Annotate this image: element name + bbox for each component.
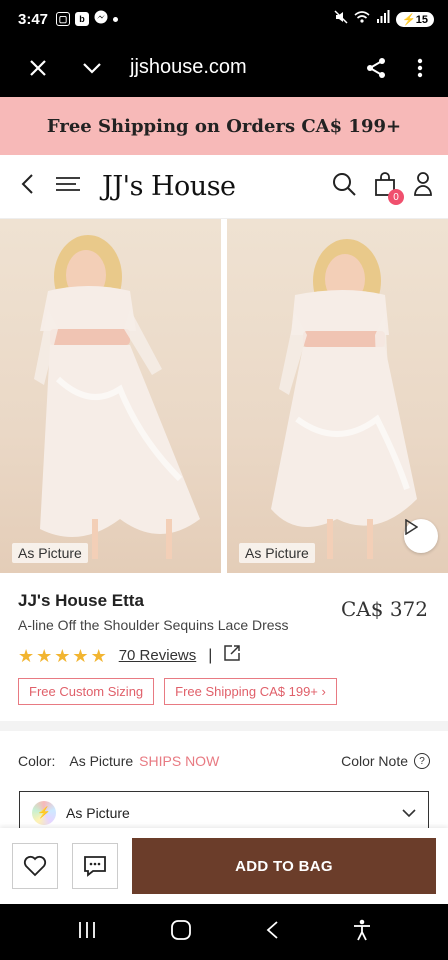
product-info: JJ's House Etta A-line Off the Shoulder …	[0, 573, 448, 705]
screenshot-icon: ▢	[56, 12, 71, 26]
status-bar: 3:47 ▢ b ⚡15	[0, 0, 448, 38]
color-note-link[interactable]: Color Note ?	[341, 753, 430, 769]
color-label: Color:	[18, 753, 56, 769]
browser-toolbar: jjshouse.com	[0, 38, 448, 97]
account-icon[interactable]	[414, 172, 432, 201]
add-to-bag-button[interactable]: ADD TO BAG	[132, 838, 436, 894]
chevron-right-icon: ›	[321, 684, 326, 699]
help-icon: ?	[414, 753, 430, 769]
menu-icon[interactable]	[56, 176, 80, 197]
status-time: 3:47	[18, 10, 49, 28]
photo-color-label: As Picture	[12, 543, 88, 563]
mute-icon	[334, 10, 348, 28]
more-vert-icon[interactable]	[408, 56, 432, 80]
color-value: As Picture	[69, 753, 134, 769]
url-text[interactable]: jjshouse.com	[130, 56, 364, 79]
heart-icon	[23, 855, 47, 877]
home-icon[interactable]	[170, 919, 192, 946]
bag-icon[interactable]: 0	[374, 172, 404, 205]
chevron-down-icon	[402, 805, 416, 821]
bag-count-badge: 0	[388, 189, 404, 205]
promo-tags: Free Custom Sizing Free Shipping CA$ 199…	[18, 678, 430, 705]
battery-icon: ⚡15	[396, 11, 434, 27]
color-swatch-icon: ⚡	[32, 800, 56, 825]
rating-row: ★ ★ ★ ★ ★ 70 Reviews |	[18, 645, 430, 666]
promo-banner[interactable]: Free Shipping on Orders CA$ 199+	[0, 97, 448, 155]
play-icon	[405, 519, 418, 535]
reviews-link[interactable]: 70 Reviews	[119, 647, 197, 664]
wifi-icon	[354, 10, 370, 28]
battery-level: 15	[415, 13, 428, 26]
star-icon: ★	[90, 645, 107, 666]
section-divider	[0, 721, 448, 731]
photo-color-label: As Picture	[239, 543, 315, 563]
star-icon: ★	[54, 645, 71, 666]
color-row: Color: As Picture SHIPS NOW Color Note ?	[0, 731, 448, 791]
share-icon[interactable]	[364, 56, 388, 80]
site-header: JJ's House 0	[0, 155, 448, 219]
back-icon[interactable]	[265, 920, 279, 945]
divider: |	[208, 646, 213, 664]
star-icon: ★	[18, 645, 35, 666]
color-note-label: Color Note	[341, 753, 408, 769]
search-icon[interactable]	[332, 172, 356, 201]
tag-free-shipping-label: Free Shipping CA$ 199+	[175, 684, 318, 699]
product-gallery[interactable]: As Picture As Picture	[0, 219, 448, 573]
site-logo[interactable]: JJ's House	[102, 171, 236, 202]
product-price: CA$ 372	[340, 597, 428, 621]
wishlist-button[interactable]	[12, 843, 58, 889]
chat-icon	[84, 856, 106, 877]
star-icon: ★	[72, 645, 89, 666]
system-nav-bar	[0, 904, 448, 960]
tag-custom-sizing[interactable]: Free Custom Sizing	[18, 678, 155, 705]
star-icon: ★	[36, 645, 53, 666]
chat-button[interactable]	[72, 843, 118, 889]
messenger-icon	[94, 10, 108, 28]
back-arrow-icon[interactable]	[20, 173, 34, 200]
ships-now-badge: SHIPS NOW	[139, 753, 220, 769]
product-photo-front[interactable]: As Picture	[0, 219, 221, 573]
accessibility-icon[interactable]	[352, 919, 372, 946]
close-icon[interactable]	[26, 56, 50, 80]
external-link-icon[interactable]	[224, 645, 241, 666]
color-select-value: As Picture	[66, 804, 130, 821]
signal-icon	[376, 10, 390, 28]
play-video-button[interactable]	[404, 519, 438, 553]
product-photo-angle[interactable]: As Picture	[227, 219, 448, 573]
notification-dot-icon	[113, 16, 119, 22]
bottom-action-bar: ADD TO BAG	[0, 828, 448, 904]
app-b-icon: b	[75, 12, 90, 26]
recent-apps-icon[interactable]	[77, 921, 97, 944]
tag-free-shipping[interactable]: Free Shipping CA$ 199+ ›	[164, 678, 337, 705]
chevron-down-icon[interactable]	[80, 56, 104, 80]
